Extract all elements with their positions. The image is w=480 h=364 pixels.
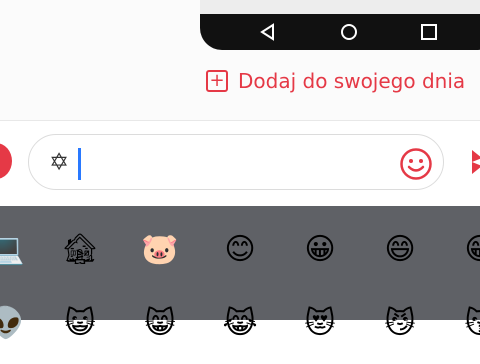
emoji-key[interactable]: 😻 xyxy=(300,304,340,344)
emoji-row-1: 💻 🏚 🐷 😊 😀 😄 😁 xyxy=(0,230,480,290)
add-to-day-label: Dodaj do swojego dnia xyxy=(238,69,466,93)
emoji-key[interactable]: 😺 xyxy=(60,304,100,344)
phone-preview xyxy=(200,0,480,50)
divider xyxy=(0,120,480,121)
emoji-key[interactable]: 😹 xyxy=(220,304,260,344)
camera-button[interactable] xyxy=(0,143,12,179)
recents-icon[interactable] xyxy=(411,14,447,50)
emoji-key[interactable]: 😽 xyxy=(460,304,480,344)
emoji-row-2: 👽 😺 😸 😹 😻 😼 😽 xyxy=(0,304,480,364)
emoji-keyboard: 💻 🏚 🐷 😊 😀 😄 😁 👽 😺 😸 😹 😻 😼 😽 xyxy=(0,206,480,341)
message-input[interactable]: ✡ xyxy=(28,134,444,190)
emoji-key[interactable]: 😁 xyxy=(460,230,480,270)
input-value: ✡ xyxy=(49,148,70,176)
emoji-key[interactable]: 🏚 xyxy=(60,230,100,270)
emoji-key[interactable]: 😊 xyxy=(220,230,260,270)
text-caret xyxy=(78,148,81,180)
emoji-key[interactable]: 😀 xyxy=(300,230,340,270)
emoji-key[interactable]: 🐷 xyxy=(140,230,180,270)
back-icon[interactable] xyxy=(250,14,286,50)
emoji-key[interactable]: 😄 xyxy=(380,230,420,270)
send-icon[interactable] xyxy=(470,146,480,178)
plus-square-icon: + xyxy=(206,70,228,92)
top-area: + Dodaj do swojego dnia xyxy=(0,0,480,120)
emoji-key[interactable]: 😼 xyxy=(380,304,420,344)
add-to-day-link[interactable]: + Dodaj do swojego dnia xyxy=(206,66,465,96)
home-icon[interactable] xyxy=(331,14,367,50)
emoji-key[interactable]: 💻 xyxy=(0,230,26,270)
emoji-key[interactable]: 👽 xyxy=(0,304,26,344)
android-navbar xyxy=(200,14,480,50)
emoji-key[interactable]: 😸 xyxy=(140,304,180,344)
emoji-smiley-icon[interactable] xyxy=(399,147,433,181)
phone-screen xyxy=(200,0,480,14)
